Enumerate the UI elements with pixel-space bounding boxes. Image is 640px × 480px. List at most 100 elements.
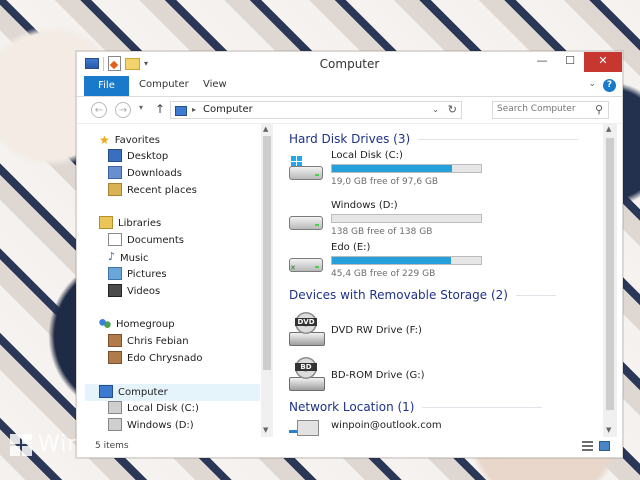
- item-count: 5 items: [95, 441, 129, 451]
- nav-label: Computer: [118, 387, 168, 398]
- address-bar[interactable]: ▸ Computer ⌄ ↻: [170, 101, 462, 119]
- scroll-up-icon[interactable]: ▲: [606, 125, 611, 133]
- drive-name: Windows (D:): [331, 200, 398, 211]
- drive-item[interactable]: Local Disk (C:) 19,0 GB free of 97,6 GB: [289, 150, 589, 190]
- star-icon: ★: [99, 133, 110, 147]
- nav-downloads[interactable]: Downloads: [108, 165, 182, 183]
- network-location-name: winpoin@outlook.com: [331, 420, 442, 431]
- disc-badge: DVD: [295, 318, 317, 326]
- group-divider: [515, 295, 556, 296]
- minimize-button[interactable]: —: [528, 52, 556, 72]
- group-divider: [418, 139, 579, 140]
- drive-body: [289, 332, 325, 346]
- computer-icon: [175, 106, 187, 116]
- nav-local-disk-c[interactable]: Local Disk (C:): [108, 400, 199, 418]
- network-location-item[interactable]: winpoin@outlook.com: [289, 418, 589, 437]
- usage-bar-fill: [332, 165, 452, 172]
- nav-label: Pictures: [127, 269, 167, 280]
- bd-drive-icon: BD: [289, 357, 325, 391]
- close-button[interactable]: ✕: [584, 52, 622, 72]
- scroll-down-icon[interactable]: ▼: [263, 426, 268, 434]
- group-network-location[interactable]: Network Location (1): [289, 400, 543, 414]
- back-button[interactable]: ←: [91, 102, 107, 118]
- nav-computer[interactable]: Computer: [85, 384, 260, 401]
- drive-led: [315, 174, 319, 176]
- music-icon: ♪: [108, 250, 116, 263]
- scroll-thumb[interactable]: [263, 136, 271, 370]
- network-screen: [297, 420, 319, 436]
- content-pane: Hard Disk Drives (3) Local Disk (C:) 19,…: [281, 124, 603, 437]
- user-icon: [108, 333, 122, 347]
- expand-ribbon-icon[interactable]: ⌄: [588, 79, 596, 89]
- tab-file[interactable]: File: [84, 76, 129, 96]
- recent-locations-chevron-icon[interactable]: ▾: [139, 103, 143, 112]
- group-removable-storage[interactable]: Devices with Removable Storage (2): [289, 288, 556, 302]
- windows-drive-icon: [289, 156, 323, 182]
- group-title: Hard Disk Drives (3): [289, 132, 411, 146]
- help-icon[interactable]: ?: [603, 79, 616, 92]
- search-icon[interactable]: ⚲: [595, 103, 603, 116]
- scroll-down-icon[interactable]: ▼: [606, 426, 611, 434]
- drive-body: [289, 166, 323, 180]
- window-controls: — ☐ ✕: [528, 52, 622, 72]
- up-button[interactable]: ↑: [155, 102, 165, 116]
- nav-windows-d[interactable]: Windows (D:): [108, 417, 194, 435]
- details-view-icon[interactable]: [582, 441, 593, 451]
- nav-user-edo-chrysnado[interactable]: Edo Chrysnado: [108, 350, 202, 368]
- group-title: Network Location (1): [289, 400, 415, 414]
- nav-desktop[interactable]: Desktop: [108, 148, 169, 166]
- tab-view[interactable]: View: [203, 79, 227, 90]
- refresh-icon[interactable]: ↻: [448, 103, 457, 116]
- nav-music[interactable]: ♪ Music: [108, 250, 148, 267]
- tab-computer[interactable]: Computer: [139, 79, 189, 90]
- documents-icon: [108, 232, 122, 246]
- downloads-icon: [108, 165, 122, 179]
- pictures-icon: [108, 266, 122, 280]
- nav-homegroup[interactable]: Homegroup: [99, 317, 175, 334]
- libraries-icon: [99, 215, 113, 229]
- user-icon: [108, 350, 122, 364]
- nav-videos[interactable]: Videos: [108, 283, 161, 301]
- nav-favorites[interactable]: ★ Favorites: [99, 132, 160, 149]
- breadcrumb-computer[interactable]: Computer: [203, 104, 253, 115]
- group-title: Devices with Removable Storage (2): [289, 288, 508, 302]
- nav-label: Local Disk (C:): [127, 403, 199, 414]
- breadcrumb-arrow-icon[interactable]: ▸: [192, 105, 196, 114]
- drive-free-space: 19,0 GB free of 97,6 GB: [331, 177, 439, 187]
- disc-drive-item[interactable]: BD BD-ROM Drive (G:): [289, 357, 589, 397]
- forward-button[interactable]: →: [115, 102, 131, 118]
- maximize-button[interactable]: ☐: [556, 52, 584, 72]
- explorer-window: ▾ Computer — ☐ ✕ File Computer View ⌄ ? …: [76, 51, 623, 458]
- group-hard-disk-drives[interactable]: Hard Disk Drives (3): [289, 132, 579, 146]
- dvd-drive-icon: DVD: [289, 312, 325, 346]
- nav-label: Music: [120, 253, 149, 264]
- nav-scrollbar[interactable]: ▲ ▼: [261, 124, 273, 437]
- nav-user-chris-febian[interactable]: Chris Febian: [108, 333, 189, 351]
- drive-item[interactable]: Windows (D:) 138 GB free of 138 GB: [289, 200, 589, 240]
- usage-bar: [331, 164, 482, 173]
- scroll-thumb[interactable]: [606, 138, 614, 410]
- drive-item[interactable]: ✕ Edo (E:) 45,4 GB free of 229 GB: [289, 242, 589, 282]
- tiles-view-icon[interactable]: [599, 441, 610, 451]
- drive-icon: [108, 400, 122, 414]
- scroll-up-icon[interactable]: ▲: [263, 125, 268, 133]
- disc-drive-item[interactable]: DVD DVD RW Drive (F:): [289, 312, 589, 352]
- drive-name: Edo (E:): [331, 242, 371, 253]
- nav-documents[interactable]: Documents: [108, 232, 184, 250]
- search-input[interactable]: [497, 104, 587, 114]
- nav-libraries[interactable]: Libraries: [99, 215, 162, 233]
- nav-label: Videos: [127, 286, 161, 297]
- navigation-pane: ★ Favorites Desktop Downloads Recent plac…: [77, 124, 273, 437]
- nav-label: Desktop: [127, 151, 169, 162]
- status-bar: 5 items: [77, 437, 622, 457]
- content-scrollbar[interactable]: ▲ ▼: [603, 124, 617, 437]
- address-dropdown-icon[interactable]: ⌄: [432, 105, 439, 114]
- search-box[interactable]: ⚲: [492, 101, 609, 119]
- network-location-icon: [289, 420, 319, 437]
- group-divider: [422, 407, 543, 408]
- nav-label: Chris Febian: [127, 336, 189, 347]
- nav-pictures[interactable]: Pictures: [108, 266, 167, 284]
- nav-recent-places[interactable]: Recent places: [108, 182, 197, 200]
- nav-label: Downloads: [127, 168, 182, 179]
- nav-label: Libraries: [118, 218, 162, 229]
